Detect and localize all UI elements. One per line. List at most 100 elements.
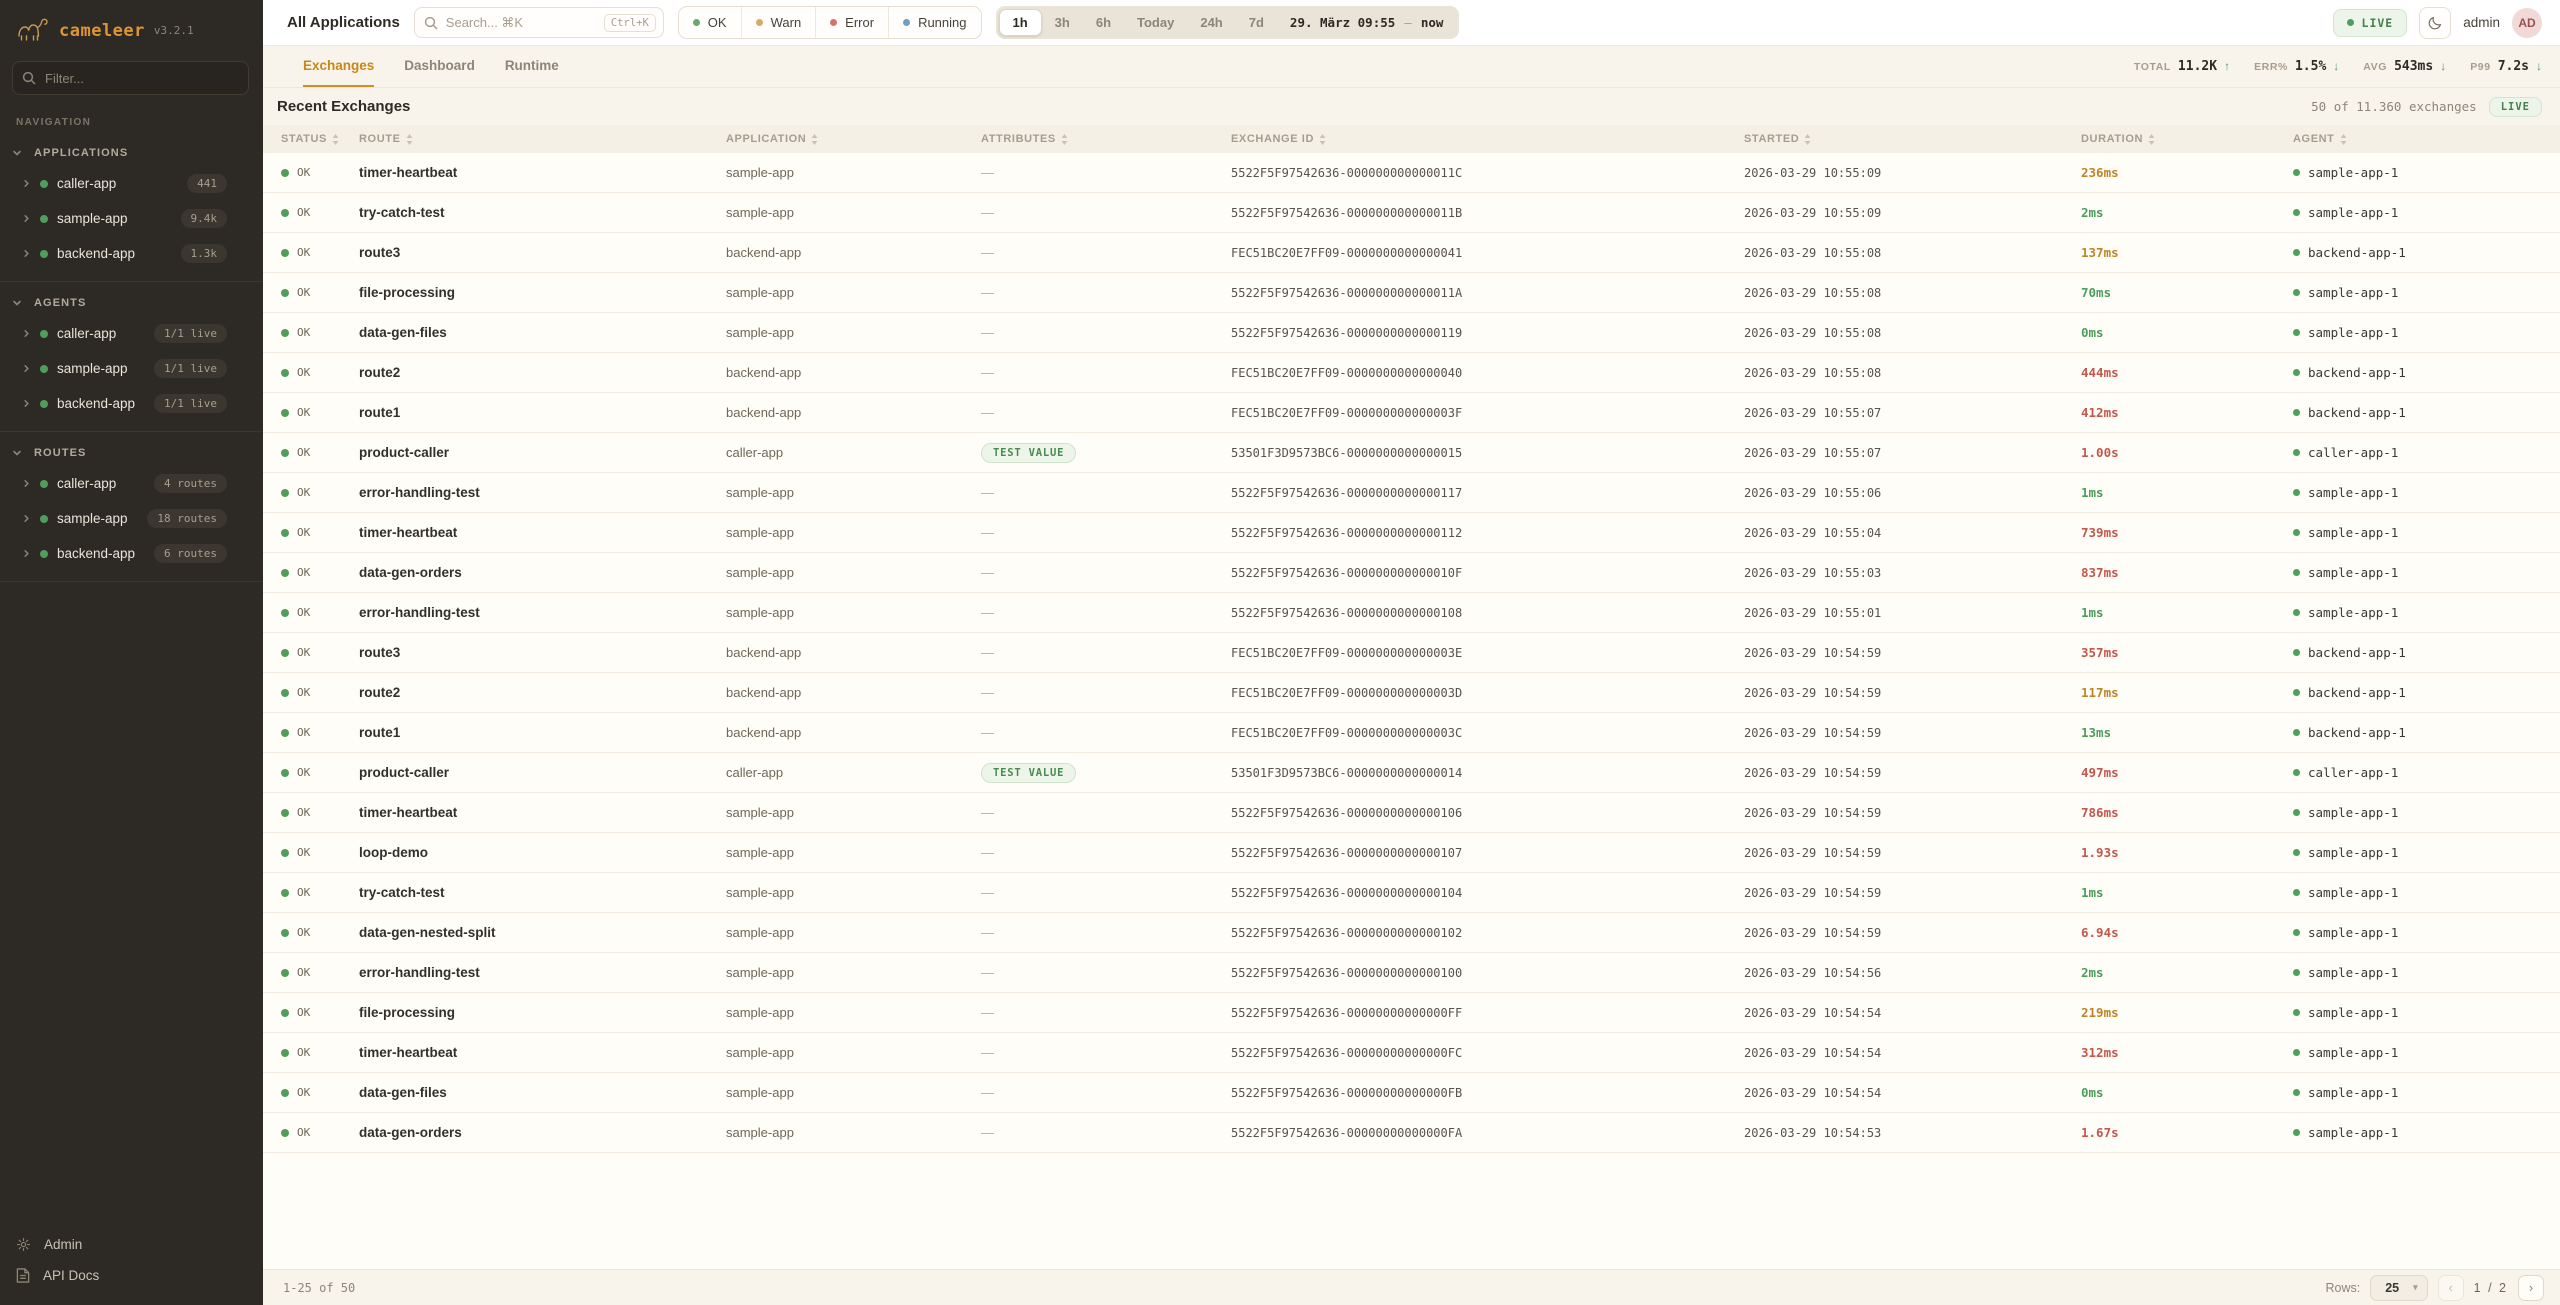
time-range-1h[interactable]: 1h [999, 9, 1042, 36]
agent-name: sample-app-1 [2308, 525, 2398, 540]
cell-exchange-id: FEC51BC20E7FF09-000000000000003F [1213, 406, 1726, 420]
sidebar-footer-item-admin[interactable]: Admin [0, 1229, 263, 1260]
time-range-7d[interactable]: 7d [1236, 9, 1277, 36]
table-row[interactable]: OKdata-gen-orderssample-app—5522F5F97542… [263, 1113, 2560, 1153]
sidebar-item-caller-app[interactable]: caller-app441 [0, 166, 263, 201]
table-row[interactable]: OKdata-gen-filessample-app—5522F5F975426… [263, 313, 2560, 353]
search-shortcut-badge: Ctrl+K [604, 14, 656, 32]
table-row[interactable]: OKroute1backend-app—FEC51BC20E7FF09-0000… [263, 393, 2560, 433]
agent-status-dot-icon [2293, 1089, 2300, 1096]
table-row[interactable]: OKloop-demosample-app—5522F5F97542636-00… [263, 833, 2560, 873]
table-row[interactable]: OKdata-gen-nested-splitsample-app—5522F5… [263, 913, 2560, 953]
stat-err: ERR%1.5%↓ [2254, 59, 2339, 74]
column-sort-toggle[interactable]: STARTED [1744, 133, 2063, 145]
time-range-today[interactable]: Today [1124, 9, 1187, 36]
dark-mode-toggle[interactable] [2419, 7, 2451, 39]
search-input[interactable]: Search... ⌘K Ctrl+K [414, 7, 664, 38]
cell-started: 2026-03-29 10:55:09 [1726, 206, 2063, 220]
sidebar-footer-item-api-docs[interactable]: API Docs [0, 1260, 263, 1291]
column-sort-toggle[interactable]: APPLICATION [726, 133, 963, 145]
table-row[interactable]: OKdata-gen-filessample-app—5522F5F975426… [263, 1073, 2560, 1113]
section-heading: Recent Exchanges [277, 98, 410, 115]
sidebar-item-caller-app[interactable]: caller-app1/1 live [0, 316, 263, 351]
table-row[interactable]: OKtimer-heartbeatsample-app—5522F5F97542… [263, 793, 2560, 833]
sidebar-item-sample-app[interactable]: sample-app1/1 live [0, 351, 263, 386]
sort-icon [811, 134, 818, 145]
column-sort-toggle[interactable]: EXCHANGE ID [1231, 133, 1726, 145]
table-row[interactable]: OKproduct-callercaller-appTEST VALUE5350… [263, 753, 2560, 793]
table-row[interactable]: OKerror-handling-testsample-app—5522F5F9… [263, 953, 2560, 993]
cell-attributes: — [963, 1085, 1213, 1100]
moon-icon [2427, 15, 2443, 31]
agent-status-dot-icon [2293, 409, 2300, 416]
table-row[interactable]: OKtimer-heartbeatsample-app—5522F5F97542… [263, 1033, 2560, 1073]
next-page-button[interactable]: › [2518, 1275, 2544, 1301]
cell-route: route1 [341, 725, 708, 740]
prev-page-button[interactable]: ‹ [2438, 1275, 2464, 1301]
sidebar-item-backend-app[interactable]: backend-app6 routes [0, 536, 263, 571]
table-row[interactable]: OKroute1backend-app—FEC51BC20E7FF09-0000… [263, 713, 2560, 753]
status-label: OK [297, 1006, 310, 1019]
table-row[interactable]: OKerror-handling-testsample-app—5522F5F9… [263, 473, 2560, 513]
time-range-3h[interactable]: 3h [1042, 9, 1083, 36]
app-logo[interactable]: cameleer v3.2.1 [0, 0, 263, 59]
status-filter-error[interactable]: Error [815, 7, 888, 38]
tab-dashboard[interactable]: Dashboard [404, 46, 475, 87]
tab-exchanges[interactable]: Exchanges [303, 46, 374, 87]
column-sort-toggle[interactable]: ROUTE [359, 133, 708, 145]
column-sort-toggle[interactable]: DURATION [2081, 133, 2275, 145]
status-dot-icon [40, 215, 48, 223]
avatar[interactable]: AD [2512, 8, 2542, 38]
chevron-down-icon [12, 148, 22, 158]
agent-name: sample-app-1 [2308, 925, 2398, 940]
table-row[interactable]: OKfile-processingsample-app—5522F5F97542… [263, 273, 2560, 313]
sidebar-section-header-routes[interactable]: ROUTES [0, 438, 263, 466]
rows-per-page-select[interactable]: 25 ▾ [2370, 1275, 2427, 1301]
table-row[interactable]: OKtimer-heartbeatsample-app—5522F5F97542… [263, 153, 2560, 193]
column-sort-toggle[interactable]: STATUS [281, 133, 341, 145]
table-row[interactable]: OKproduct-callercaller-appTEST VALUE5350… [263, 433, 2560, 473]
live-toggle-button[interactable]: LIVE [2333, 9, 2408, 37]
sidebar-section-header-agents[interactable]: AGENTS [0, 288, 263, 316]
cell-agent: sample-app-1 [2275, 525, 2560, 540]
cell-started: 2026-03-29 10:54:53 [1726, 1126, 2063, 1140]
status-filter-ok[interactable]: OK [679, 7, 741, 38]
sidebar-item-sample-app[interactable]: sample-app9.4k [0, 201, 263, 236]
sort-icon [332, 134, 339, 145]
status-dot-icon [40, 550, 48, 558]
status-filter-running[interactable]: Running [888, 7, 980, 38]
attribute-badge: TEST VALUE [981, 443, 1076, 463]
cell-duration: 1.00s [2063, 445, 2275, 460]
table-row[interactable]: OKdata-gen-orderssample-app—5522F5F97542… [263, 553, 2560, 593]
time-range-24h[interactable]: 24h [1187, 9, 1235, 36]
sidebar-item-caller-app[interactable]: caller-app4 routes [0, 466, 263, 501]
time-range-6h[interactable]: 6h [1083, 9, 1124, 36]
sidebar-item-backend-app[interactable]: backend-app1/1 live [0, 386, 263, 421]
cell-exchange-id: 5522F5F97542636-000000000000011B [1213, 206, 1726, 220]
live-status-label: LIVE [2501, 101, 2530, 113]
table-row[interactable]: OKerror-handling-testsample-app—5522F5F9… [263, 593, 2560, 633]
sidebar-filter-input[interactable] [12, 61, 249, 95]
cell-status: OK [263, 966, 341, 979]
status-label: OK [297, 606, 310, 619]
table-row[interactable]: OKroute2backend-app—FEC51BC20E7FF09-0000… [263, 353, 2560, 393]
cell-duration: 357ms [2063, 645, 2275, 660]
document-icon [16, 1268, 30, 1283]
column-sort-toggle[interactable]: ATTRIBUTES [981, 133, 1213, 145]
sidebar-item-backend-app[interactable]: backend-app1.3k [0, 236, 263, 271]
row-range-label: 1-25 of 50 [283, 1281, 355, 1295]
sidebar-section-header-applications[interactable]: APPLICATIONS [0, 138, 263, 166]
table-row[interactable]: OKfile-processingsample-app—5522F5F97542… [263, 993, 2560, 1033]
table-row[interactable]: OKtimer-heartbeatsample-app—5522F5F97542… [263, 513, 2560, 553]
table-row[interactable]: OKroute3backend-app—FEC51BC20E7FF09-0000… [263, 633, 2560, 673]
table-row[interactable]: OKtry-catch-testsample-app—5522F5F975426… [263, 873, 2560, 913]
table-row[interactable]: OKroute2backend-app—FEC51BC20E7FF09-0000… [263, 673, 2560, 713]
column-sort-toggle[interactable]: AGENT [2293, 133, 2560, 145]
tab-runtime[interactable]: Runtime [505, 46, 559, 87]
status-filter-warn[interactable]: Warn [741, 7, 816, 38]
table-row[interactable]: OKroute3backend-app—FEC51BC20E7FF09-0000… [263, 233, 2560, 273]
table-row[interactable]: OKtry-catch-testsample-app—5522F5F975426… [263, 193, 2560, 233]
cell-started: 2026-03-29 10:55:07 [1726, 406, 2063, 420]
date-range[interactable]: 29. März 09:55 — now [1277, 15, 1456, 30]
sidebar-item-sample-app[interactable]: sample-app18 routes [0, 501, 263, 536]
